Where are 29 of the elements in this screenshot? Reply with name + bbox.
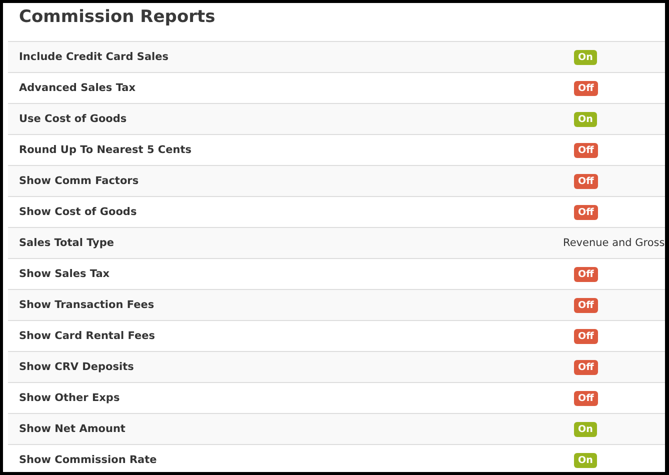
setting-value: Revenue and Gross (563, 237, 665, 249)
status-badge[interactable]: On (574, 112, 597, 126)
setting-label: Use Cost of Goods (18, 113, 128, 125)
setting-label: Advanced Sales Tax (18, 82, 137, 94)
page-title: Commission Reports (18, 6, 216, 29)
status-badge[interactable]: On (574, 422, 597, 436)
status-badge[interactable]: Off (574, 360, 598, 374)
status-badge[interactable]: Off (574, 328, 598, 344)
status-badge[interactable]: On (574, 452, 597, 468)
status-badge[interactable]: Off (574, 80, 598, 96)
setting-label: Show Net Amount (18, 423, 126, 435)
status-badge[interactable]: Off (574, 174, 598, 188)
setting-label: Round Up To Nearest 5 Cents (18, 144, 193, 156)
status-badge[interactable]: Off (574, 204, 598, 220)
status-badge[interactable]: Off (574, 266, 598, 282)
status-badge[interactable]: Off (574, 390, 598, 406)
setting-label: Show Other Exps (18, 392, 121, 404)
setting-label: Show CRV Deposits (18, 361, 135, 373)
status-badge[interactable]: Off (574, 298, 598, 312)
setting-label: Show Sales Tax (18, 268, 111, 280)
setting-label: Include Credit Card Sales (18, 51, 170, 63)
setting-label: Show Card Rental Fees (18, 330, 156, 342)
setting-label: Show Transaction Fees (18, 299, 156, 311)
status-badge[interactable]: On (574, 50, 597, 64)
setting-label: Show Comm Factors (18, 175, 140, 187)
setting-label: Show Cost of Goods (18, 206, 138, 218)
status-badge[interactable]: Off (574, 142, 598, 158)
setting-label: Sales Total Type (18, 237, 116, 249)
setting-label: Show Commission Rate (18, 454, 158, 466)
